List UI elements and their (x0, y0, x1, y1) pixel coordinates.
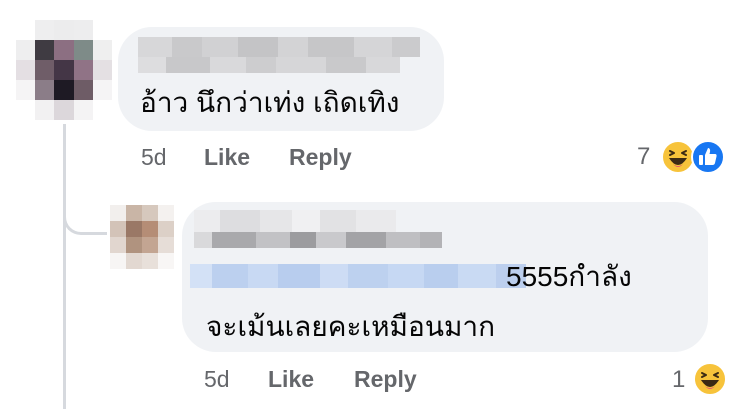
commenter-name-censored[interactable] (194, 210, 396, 232)
comment-text: อ้าว นึกว่าเท่ง เถิดเทิง (140, 87, 400, 118)
like-thumb-icon[interactable] (691, 140, 725, 174)
haha-icon[interactable] (693, 362, 727, 396)
mention-tag-censored[interactable] (190, 264, 526, 288)
avatar[interactable] (110, 205, 174, 269)
thread-connector-line (63, 124, 66, 409)
haha-icon[interactable] (661, 140, 695, 174)
comment-bubble: อ้าว นึกว่าเท่ง เถิดเทิง (118, 27, 444, 131)
reply-button[interactable]: Reply (289, 143, 352, 171)
reply-bubble: 5555กำลัง จะเม้นเลยคะเหมือนมาก (182, 202, 708, 352)
reply-button[interactable]: Reply (354, 365, 417, 393)
avatar[interactable] (16, 20, 112, 120)
comment-timestamp[interactable]: 5d (204, 365, 230, 393)
comment-text: 5555กำลัง (506, 261, 632, 292)
reaction-count[interactable]: 1 (672, 366, 685, 394)
reply-connector-curve (63, 195, 107, 235)
like-button[interactable]: Like (204, 143, 250, 171)
comment-timestamp[interactable]: 5d (141, 143, 167, 171)
like-button[interactable]: Like (268, 365, 314, 393)
reaction-count[interactable]: 7 (637, 143, 650, 171)
commenter-name-censored[interactable] (138, 37, 420, 57)
comment-text-line2: จะเม้นเลยคะเหมือนมาก (206, 311, 496, 342)
